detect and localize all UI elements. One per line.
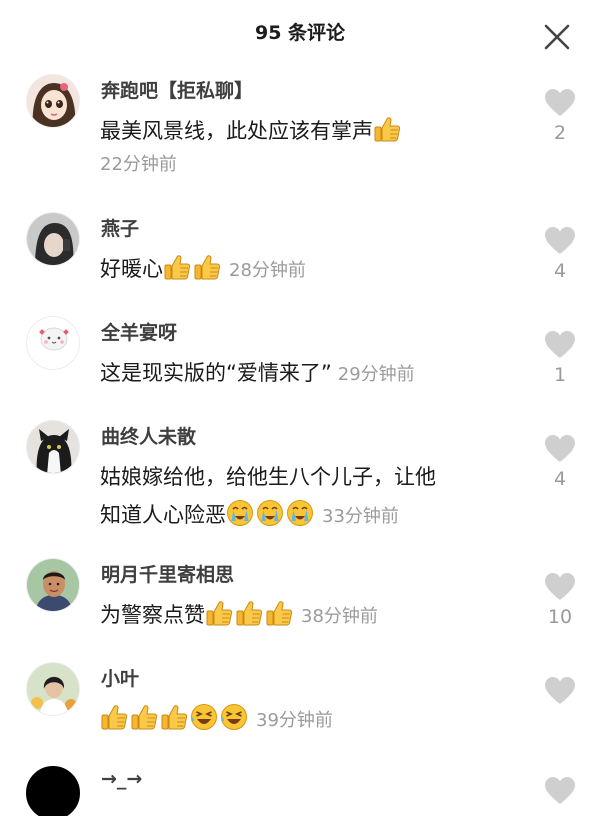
thumbs-up-icon — [163, 253, 191, 281]
heart-icon — [544, 676, 576, 706]
avatar[interactable] — [26, 74, 80, 128]
comment-item: →_→ — [0, 766, 600, 816]
heart-icon — [544, 434, 576, 464]
comment-item: 全羊宴呀 这是现实版的“爱情来了” 29分钟前 1 — [0, 316, 600, 406]
thumbs-up-icon — [160, 703, 188, 731]
comment-text-line2: 知道人心险恶 — [100, 503, 226, 527]
comment-item: 明月千里寄相思 为警察点赞 38分钟前 10 — [0, 558, 600, 648]
avatar[interactable] — [26, 212, 80, 266]
comments-header: 95 条评论 — [0, 0, 600, 66]
close-icon — [544, 24, 570, 50]
avatar[interactable] — [26, 558, 80, 612]
thumbs-up-icon — [130, 703, 158, 731]
comment-body: 姑娘嫁给他，给他生八个儿子，让他 知道人心险恶 33分钟前 — [100, 458, 510, 536]
comment-item: 曲终人未散 姑娘嫁给他，给他生八个儿子，让他 知道人心险恶 33分钟前 4 — [0, 420, 600, 550]
comments-sheet: 95 条评论 奔跑吧【拒私聊】 最美风景线，此处应该有掌声 22分钟前 2 燕子… — [0, 0, 600, 816]
comment-username[interactable]: 燕子 — [101, 214, 139, 241]
comment-text: 为警察点赞 — [100, 603, 205, 627]
comment-text: 这是现实版的“爱情来了” — [100, 361, 332, 385]
thumbs-up-icon — [235, 599, 263, 627]
avatar[interactable] — [26, 766, 80, 816]
thumbs-up-icon — [205, 599, 233, 627]
comment-body: 最美风景线，此处应该有掌声 22分钟前 — [100, 112, 510, 180]
thumbs-up-icon — [265, 599, 293, 627]
laughing-face-icon — [190, 703, 218, 731]
close-button[interactable] — [538, 18, 576, 56]
like-button[interactable]: 4 — [536, 226, 584, 282]
heart-icon — [544, 88, 576, 118]
like-button[interactable]: 2 — [536, 88, 584, 144]
comment-username[interactable]: 全羊宴呀 — [101, 318, 177, 345]
comment-username[interactable]: 明月千里寄相思 — [101, 560, 234, 587]
comment-body: 这是现实版的“爱情来了” 29分钟前 — [100, 354, 510, 394]
comment-time: 28分钟前 — [229, 260, 306, 281]
avatar[interactable] — [26, 316, 80, 370]
crying-face-icon — [226, 499, 254, 527]
comment-body: 39分钟前 — [100, 700, 510, 740]
crying-face-icon — [286, 499, 314, 527]
like-button[interactable] — [536, 776, 584, 806]
comment-username[interactable]: 奔跑吧【拒私聊】 — [101, 76, 253, 103]
comment-username[interactable]: 小叶 — [101, 664, 139, 691]
comment-item: 奔跑吧【拒私聊】 最美风景线，此处应该有掌声 22分钟前 2 — [0, 74, 600, 194]
heart-icon — [544, 776, 576, 806]
like-button[interactable] — [536, 676, 584, 706]
comment-time: 29分钟前 — [337, 364, 415, 385]
comment-time: 38分钟前 — [301, 606, 378, 627]
comment-text-line1: 姑娘嫁给他，给他生八个儿子，让他 — [100, 465, 436, 489]
comment-body: 好暖心 28分钟前 — [100, 250, 510, 290]
comment-time: 22分钟前 — [100, 154, 177, 175]
comment-body: 为警察点赞 38分钟前 — [100, 596, 510, 636]
like-count: 10 — [547, 606, 573, 628]
comment-text: 好暖心 — [100, 257, 163, 281]
comment-text: 最美风景线，此处应该有掌声 — [100, 119, 373, 143]
like-count: 4 — [553, 468, 567, 490]
heart-icon — [544, 226, 576, 256]
like-button[interactable]: 10 — [536, 572, 584, 628]
comment-time: 39分钟前 — [256, 710, 333, 731]
like-count: 4 — [553, 260, 567, 282]
comment-item: 小叶 39分钟前 — [0, 662, 600, 752]
thumbs-up-icon — [373, 115, 401, 143]
comments-count-title: 95 条评论 — [254, 22, 346, 44]
comment-item: 燕子 好暖心 28分钟前 4 — [0, 212, 600, 302]
like-button[interactable]: 1 — [536, 330, 584, 386]
avatar[interactable] — [26, 662, 80, 716]
avatar[interactable] — [26, 420, 80, 474]
comment-username[interactable]: →_→ — [101, 768, 142, 790]
comment-time: 33分钟前 — [322, 506, 399, 527]
thumbs-up-icon — [193, 253, 221, 281]
crying-face-icon — [256, 499, 284, 527]
heart-icon — [544, 330, 576, 360]
heart-icon — [544, 572, 576, 602]
like-button[interactable]: 4 — [536, 434, 584, 490]
thumbs-up-icon — [100, 703, 128, 731]
like-count: 2 — [553, 122, 567, 144]
laughing-face-icon — [220, 703, 248, 731]
comment-username[interactable]: 曲终人未散 — [101, 422, 196, 449]
like-count: 1 — [553, 364, 567, 386]
